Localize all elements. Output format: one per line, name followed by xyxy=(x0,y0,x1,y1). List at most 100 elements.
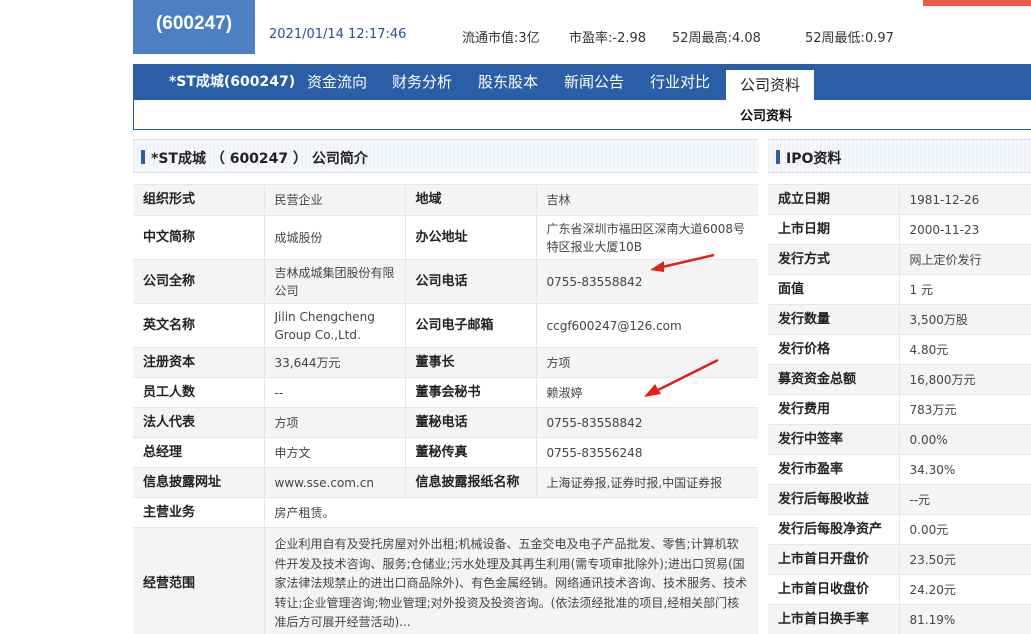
ipo-key: 发行数量 xyxy=(768,304,899,335)
intro-key: 董事长 xyxy=(404,347,536,378)
table-row: 发行后每股净资产 0.00元 xyxy=(768,514,1031,545)
intro-value: 0755-83558842 xyxy=(535,259,758,304)
ipo-title: IPO资料 xyxy=(786,151,842,167)
header-accent xyxy=(776,150,780,164)
low-52w: 52周最低:0.97 xyxy=(805,31,894,46)
scope-key: 经营范围 xyxy=(133,527,264,634)
intro-value: 0755-83558842 xyxy=(535,407,758,438)
tab-financial-analysis[interactable]: 财务分析 xyxy=(390,64,454,100)
stock-code-box: (600247) xyxy=(133,0,255,54)
intro-key: 公司全称 xyxy=(133,259,264,304)
table-row: 发行中签率 0.00% xyxy=(768,424,1031,455)
ipo-key: 发行方式 xyxy=(768,244,899,275)
intro-key: 法人代表 xyxy=(133,407,264,438)
table-row: 募资资金总额 16,800万元 xyxy=(768,364,1031,395)
intro-key: 董秘传真 xyxy=(404,437,536,468)
table-row: 主营业务 房产租赁。 xyxy=(133,497,758,528)
ipo-header: IPO资料 xyxy=(768,139,1031,173)
intro-key: 员工人数 xyxy=(133,377,264,408)
subnav-company-profile[interactable]: 公司资料 xyxy=(740,105,792,124)
intro-value: ccgf600247@126.com xyxy=(535,303,758,348)
quote-info: 2021/01/14 12:17:46 流通市值:3亿 市盈率:-2.98 52… xyxy=(255,0,1031,54)
ipo-key: 发行费用 xyxy=(768,394,899,425)
intro-value: 广东省深圳市福田区深南大道6008号特区报业大厦10B xyxy=(535,215,758,260)
ipo-key: 发行价格 xyxy=(768,334,899,365)
intro-key: 组织形式 xyxy=(133,184,264,216)
tab-news[interactable]: 新闻公告 xyxy=(562,64,626,100)
ipo-key: 成立日期 xyxy=(768,184,899,215)
ipo-key: 面值 xyxy=(768,274,899,305)
intro-key: 公司电话 xyxy=(404,259,536,304)
table-row: 发行后每股收益 --元 xyxy=(768,484,1031,515)
main-business-key: 主营业务 xyxy=(133,497,264,528)
intro-value: 吉林成城集团股份有限公司 xyxy=(263,259,405,304)
table-row: 经营范围 企业利用自有及受托房屋对外出租;机械设备、五金交电及电子产品批发、零售;… xyxy=(133,527,758,634)
main-business-value: 房产租赁。 xyxy=(263,497,758,528)
table-row: 发行费用 783万元 xyxy=(768,394,1031,425)
ipo-value: 0.00元 xyxy=(898,514,1031,545)
intro-key: 地域 xyxy=(404,184,536,216)
table-row: 信息披露网址 www.sse.com.cn 信息披露报纸名称 上海证券报,证券时报,中… xyxy=(133,467,758,498)
intro-key: 董秘电话 xyxy=(404,407,536,438)
ipo-value: --元 xyxy=(898,484,1031,515)
ipo-value: 1981-12-26 xyxy=(898,184,1031,215)
intro-key: 中文简称 xyxy=(133,215,264,260)
intro-value: 33,644万元 xyxy=(263,347,405,378)
sub-nav: 公司资料 xyxy=(133,100,1031,130)
ipo-value: 81.19% xyxy=(898,604,1031,634)
ipo-value: 0.00% xyxy=(898,424,1031,455)
ipo-key: 募资资金总额 xyxy=(768,364,899,395)
quote-timestamp: 2021/01/14 12:17:46 xyxy=(269,27,407,42)
intro-value: -- xyxy=(263,377,405,408)
tab-fund-flow[interactable]: 资金流向 xyxy=(305,64,369,100)
intro-value: www.sse.com.cn xyxy=(263,467,405,498)
circ-mktcap: 流通市值:3亿 xyxy=(462,31,540,46)
table-row: 法人代表 方项 董秘电话 0755-83558842 xyxy=(133,407,758,438)
header-accent xyxy=(141,150,145,164)
table-row: 上市首日开盘价 23.50元 xyxy=(768,544,1031,575)
intro-key: 注册资本 xyxy=(133,347,264,378)
ipo-value: 23.50元 xyxy=(898,544,1031,575)
table-row: 发行市盈率 34.30% xyxy=(768,454,1031,485)
intro-key: 信息披露报纸名称 xyxy=(404,467,536,498)
annotation-arrow-icon xyxy=(650,253,715,272)
intro-key: 信息披露网址 xyxy=(133,467,264,498)
table-row: 发行数量 3,500万股 xyxy=(768,304,1031,335)
intro-value: 成城股份 xyxy=(263,215,405,260)
scope-value: 企业利用自有及受托房屋对外出租;机械设备、五金交电及电子产品批发、零售;计算机软… xyxy=(263,527,758,634)
ipo-key: 上市首日换手率 xyxy=(768,604,899,634)
ipo-value: 24.20元 xyxy=(898,574,1031,605)
table-row: 总经理 申方文 董秘传真 0755-83556248 xyxy=(133,437,758,468)
tab-industry-compare[interactable]: 行业对比 xyxy=(648,64,712,100)
tab-shareholders[interactable]: 股东股本 xyxy=(476,64,540,100)
ipo-key: 发行中签率 xyxy=(768,424,899,455)
table-row: 上市日期 2000-11-23 xyxy=(768,214,1031,245)
ipo-key: 上市首日开盘价 xyxy=(768,544,899,575)
intro-key: 总经理 xyxy=(133,437,264,468)
stock-code: (600247) xyxy=(155,13,233,34)
ipo-value: 1 元 xyxy=(898,274,1031,305)
ipo-key: 上市日期 xyxy=(768,214,899,245)
ipo-value: 4.80元 xyxy=(898,334,1031,365)
table-row: 组织形式 民营企业 地域 吉林 xyxy=(133,184,758,216)
ipo-table: 成立日期 1981-12-26 上市日期 2000-11-23 发行方式 网上定价发行 面值… xyxy=(768,184,1031,634)
action-button-clipped[interactable] xyxy=(923,0,1031,6)
ipo-value: 16,800万元 xyxy=(898,364,1031,395)
tab-stock-home[interactable]: *ST成城(600247) xyxy=(153,64,311,100)
intro-value: 0755-83556248 xyxy=(535,437,758,468)
intro-title: *ST成城 （ 600247 ） 公司简介 xyxy=(151,151,368,167)
intro-value: 申方文 xyxy=(263,437,405,468)
intro-key: 公司电子邮箱 xyxy=(404,303,536,348)
ipo-value: 2000-11-23 xyxy=(898,214,1031,245)
pe-ratio: 市盈率:-2.98 xyxy=(569,31,647,46)
intro-key: 英文名称 xyxy=(133,303,264,348)
ipo-key: 发行后每股净资产 xyxy=(768,514,899,545)
ipo-value: 网上定价发行 xyxy=(898,244,1031,275)
ipo-key: 上市首日收盘价 xyxy=(768,574,899,605)
high-52w: 52周最高:4.08 xyxy=(672,31,761,46)
tab-company-profile[interactable]: 公司资料 xyxy=(726,68,814,100)
intro-key: 董事会秘书 xyxy=(404,377,536,408)
ipo-value: 783万元 xyxy=(898,394,1031,425)
table-row: 成立日期 1981-12-26 xyxy=(768,184,1031,215)
ipo-value: 34.30% xyxy=(898,454,1031,485)
